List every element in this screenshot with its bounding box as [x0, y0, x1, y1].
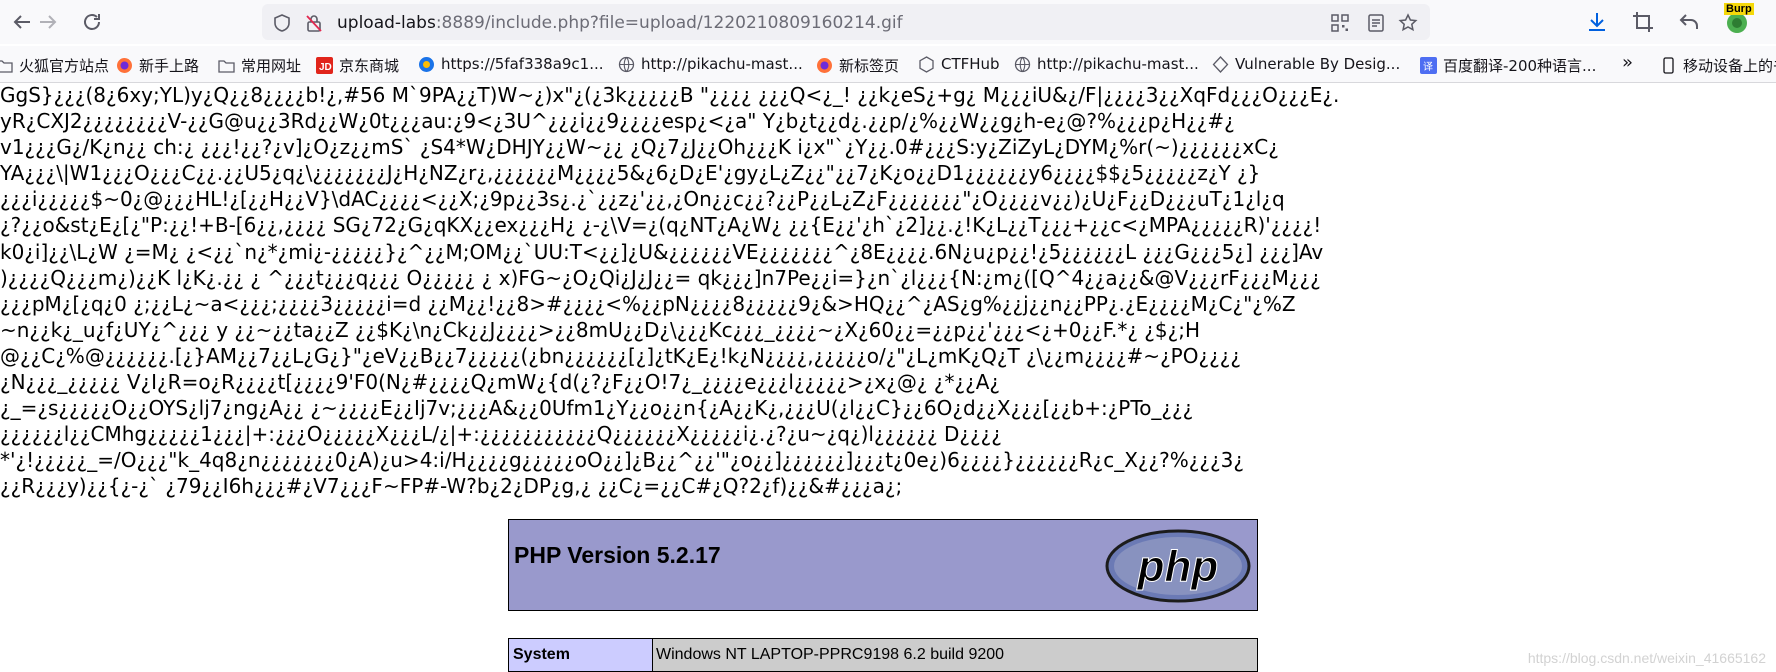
crop-screenshot-icon[interactable] — [1631, 10, 1655, 34]
bookmark-item[interactable]: CTFHub — [918, 55, 1000, 73]
bookmarks-toolbar: 火狐官方站点 新手上路 常用网址 JD 京东商城 https://5faf338… — [0, 46, 1776, 83]
garbled-line: k0¿i]¿¿\L¿W ¿=M¿ ¿<¿¿`n¿*¿mi¿-¿¿¿¿¿}¿^¿¿… — [0, 239, 1324, 264]
garbled-line: @¿¿C¿%@¿¿¿¿¿¿.[¿}AM¿¿7¿¿L¿G¿}"¿eV¿¿B¿¿7¿… — [0, 343, 1241, 368]
garbled-line: ¿¿¿pM¿[¿q¿0 ¿;¿¿L¿~a<¿¿¿;¿¿¿¿3¿¿¿¿¿i=d ¿… — [0, 291, 1296, 316]
svg-text:译: 译 — [1423, 61, 1433, 73]
garbled-binary-output: GgS}¿¿¿(8¿6xy;YL)y¿Q¿¿8¿¿¿¿b!¿,#56 M`9PA… — [0, 82, 1776, 522]
watermark: https://blog.csdn.net/weixin_41665162 — [1527, 650, 1766, 666]
shield-icon[interactable] — [272, 13, 292, 33]
garbled-line: yR¿CXJ2¿¿¿¿¿¿¿¿V-¿¿G@u¿¿3Rd¿¿W¿0t¿¿¿au:¿… — [0, 109, 1235, 134]
bookmark-item[interactable]: 译 百度翻译-200种语言... — [1420, 55, 1596, 76]
bookmark-star-icon[interactable] — [1398, 13, 1418, 33]
bookmark-label: http://pikachu-mast... — [641, 55, 803, 73]
bookmark-label: 百度翻译-200种语言... — [1443, 57, 1597, 75]
bookmark-label: 火狐官方站点 — [19, 57, 110, 75]
vulnhub-icon — [1212, 55, 1229, 73]
garbled-line: YA¿¿¿\|W1¿¿¿O¿¿¿C¿¿.¿¿U5¿q¿\¿¿¿¿¿¿¿J¿H¿N… — [0, 161, 1261, 186]
back-arrow-icon[interactable] — [10, 10, 34, 34]
folder-icon — [0, 57, 13, 74]
download-icon[interactable] — [1585, 10, 1609, 34]
bookmark-label: 京东商城 — [339, 57, 400, 75]
garbled-line: v1¿¿¿G¿/K¿n¿¿ ch:¿ ¿¿¿!¿¿?¿v]¿O¿z¿¿mS` ¿… — [0, 135, 1279, 160]
bookmark-label: https://5faf338a9c1... — [441, 55, 604, 73]
svg-text:JD: JD — [319, 62, 332, 73]
bookmark-label: 常用网址 — [241, 57, 302, 75]
site-icon — [418, 56, 435, 73]
php-version-title: PHP Version 5.2.17 — [514, 542, 721, 568]
address-bar[interactable]: upload-labs:8889/include.php?file=upload… — [262, 4, 1430, 40]
firefox-icon — [116, 57, 133, 74]
bookmark-label: 移动设备上的书 — [1683, 57, 1776, 75]
reader-view-icon[interactable] — [1366, 13, 1386, 33]
url-text[interactable]: upload-labs:8889/include.php?file=upload… — [337, 13, 903, 33]
php-logo[interactable]: php — [1105, 529, 1251, 607]
bookmark-item[interactable]: 新手上路 — [116, 55, 199, 76]
bookmark-label: CTFHub — [941, 55, 1000, 73]
garbled-line: )¿¿¿¿Q¿¿¿m¿)¿¿K l¿K¿.¿¿ ¿ ^¿¿¿t¿¿¿q¿¿¿ O… — [0, 265, 1321, 290]
ctfhub-icon — [918, 55, 935, 73]
translate-icon: 译 — [1420, 57, 1437, 74]
bookmark-item[interactable]: 常用网址 — [218, 55, 301, 76]
url-host: upload-labs — [337, 13, 436, 33]
garbled-line: ¿¿R¿¿¿y)¿¿{¿-¿` ¿79¿¿I6h¿¿¿#¿V7¿¿¿F~FP#-… — [0, 474, 903, 499]
system-value: Windows NT LAPTOP-PPRC9198 6.2 build 920… — [656, 646, 1005, 663]
garbled-line: ~n¿¿k¿_u¿f¿UY¿^¿¿¿ y ¿¿~¿¿ta¿¿Z ¿¿$K¿\n¿… — [0, 317, 1201, 342]
more-bookmarks-chevron-icon[interactable]: » — [1622, 52, 1633, 73]
garbled-line: GgS}¿¿¿(8¿6xy;YL)y¿Q¿¿8¿¿¿¿b!¿,#56 M`9PA… — [0, 83, 1340, 107]
bookmark-item[interactable]: https://5faf338a9c1... — [418, 55, 604, 73]
jd-icon: JD — [316, 57, 333, 74]
qr-code-icon[interactable] — [1330, 13, 1350, 33]
garbled-line: ¿?¿¿o&st¿E¿[¿"P:¿¿!+B-[6¿¿,¿¿¿¿ SG¿72¿G¿… — [0, 213, 1322, 238]
garbled-line: ¿N¿¿¿_¿¿¿¿¿ V¿I¿R=o¿R¿¿¿¿t[¿¿¿¿9'F0(N¿#¿… — [0, 370, 1000, 395]
browser-toolbar: upload-labs:8889/include.php?file=upload… — [0, 0, 1776, 44]
mobile-device-icon — [1660, 57, 1677, 74]
garbled-line: ¿¿¿i¿¿¿¿¿$~0¿@¿¿¿HL!¿[¿¿H¿¿V}\dAC¿¿¿¿<¿¿… — [0, 187, 1285, 212]
bookmark-item[interactable]: 火狐官方站点 — [0, 55, 109, 76]
bookmark-label: 新手上路 — [139, 57, 200, 75]
bookmark-label: http://pikachu-mast... — [1037, 55, 1199, 73]
bookmark-label: 新标签页 — [839, 57, 900, 75]
globe-icon — [618, 56, 635, 73]
bookmark-item[interactable]: 新标签页 — [816, 55, 899, 76]
bookmark-label: Vulnerable By Desig... — [1235, 55, 1401, 73]
system-label: System — [509, 639, 653, 671]
bookmark-item[interactable]: JD 京东商城 — [316, 55, 399, 76]
system-info-row: System Windows NT LAPTOP-PPRC9198 6.2 bu… — [508, 638, 1258, 672]
reload-icon[interactable] — [80, 10, 104, 34]
php-logo-text: php — [1137, 542, 1219, 591]
garbled-line: *'¿!¿¿¿¿¿_=/O¿¿¿"k_4q8¿n¿¿¿¿¿¿¿0¿A)¿u>4:… — [0, 448, 1244, 473]
undo-arrow-icon[interactable] — [1677, 10, 1701, 34]
bookmark-item[interactable]: Vulnerable By Desig... — [1212, 55, 1400, 73]
garbled-line: ¿¿¿¿¿¿l¿¿CMhg¿¿¿¿¿1¿¿¿|+:¿¿¿O¿¿¿¿¿X¿¿¿L/… — [0, 422, 1002, 447]
globe-icon — [1014, 56, 1031, 73]
bookmark-item[interactable]: http://pikachu-mast... — [618, 55, 803, 73]
url-path: :8889/include.php?file=upload/1220210809… — [435, 13, 903, 33]
phpinfo-header: PHP Version 5.2.17 php — [508, 519, 1258, 611]
bookmark-item[interactable]: http://pikachu-mast... — [1014, 55, 1199, 73]
bookmark-item[interactable]: 移动设备上的书 — [1660, 55, 1776, 76]
garbled-line: ¿_=¿s¿¿¿¿¿O¿¿OYS¿lj7¿ng¿A¿¿ ¿~¿¿¿¿E¿¿Ij7… — [0, 396, 1194, 421]
forward-arrow-icon[interactable] — [36, 10, 60, 34]
burp-badge: Burp — [1724, 3, 1754, 15]
burp-extension-icon[interactable]: Burp — [1722, 3, 1754, 36]
folder-icon — [218, 57, 235, 74]
firefox-icon — [816, 57, 833, 74]
insecure-lock-icon[interactable] — [304, 13, 324, 33]
